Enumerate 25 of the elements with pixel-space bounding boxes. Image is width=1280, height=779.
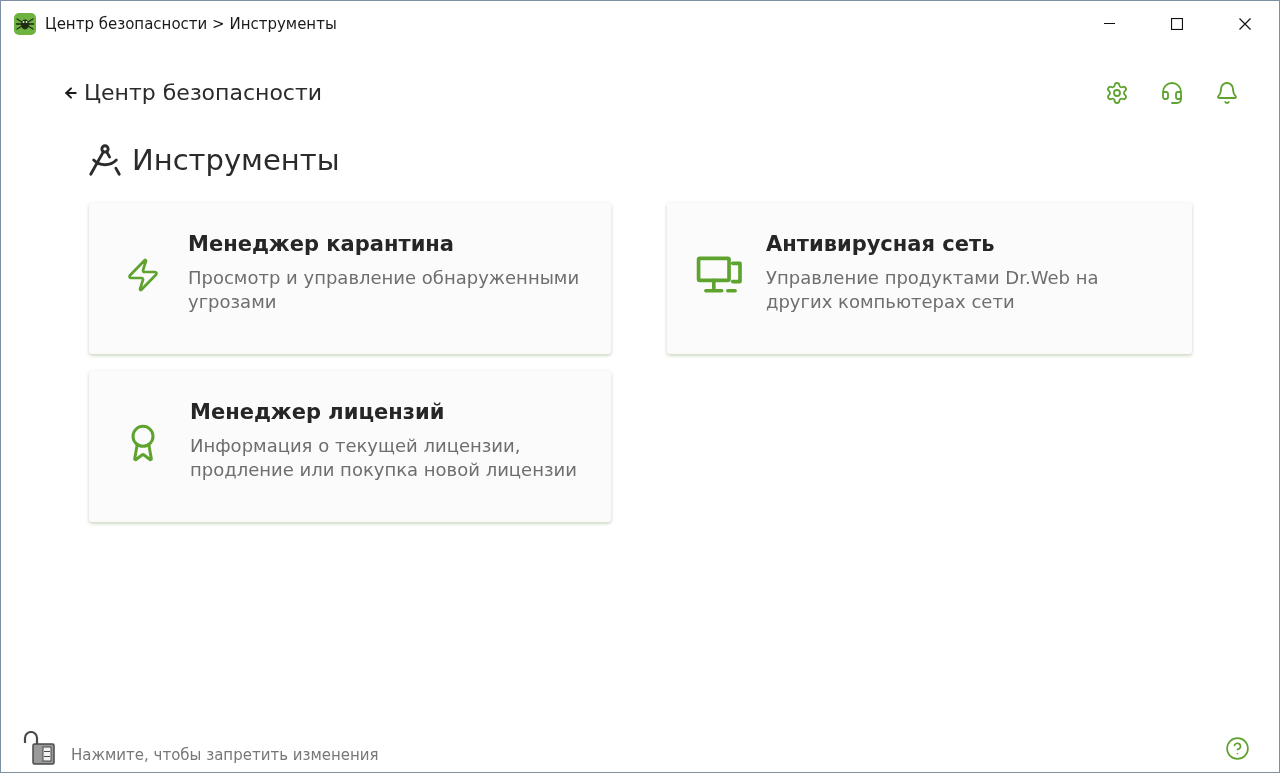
lightning-icon bbox=[125, 257, 161, 293]
close-icon bbox=[1239, 17, 1251, 30]
section-title: Инструменты bbox=[132, 142, 340, 178]
settings-icon[interactable] bbox=[1105, 81, 1129, 105]
card-title: Менеджер карантина bbox=[188, 231, 456, 258]
card-title: Антивирусная сеть bbox=[766, 231, 996, 258]
two-monitors-icon bbox=[696, 255, 745, 295]
open-padlock-icon[interactable] bbox=[22, 731, 56, 765]
maximize-icon bbox=[1171, 17, 1183, 30]
bell-icon[interactable] bbox=[1215, 81, 1239, 105]
back-link[interactable]: Центр безопасности bbox=[63, 78, 323, 108]
minimize-icon bbox=[1103, 23, 1115, 24]
tool-card[interactable]: Менеджер лицензий Информация о текущей лицензии, продление или покупка новой лицензии bbox=[89, 371, 611, 522]
card-description: Просмотр и управление обнаруженными угрозами bbox=[188, 266, 581, 314]
card-title: Менеджер лицензий bbox=[190, 399, 446, 426]
card-description: Управление продуктами Dr.Web на других компьютерах сети bbox=[766, 266, 1100, 314]
tool-card[interactable]: Менеджер карантина Просмотр и управление обнаруженными угрозами bbox=[89, 203, 611, 354]
drafting-compass-icon bbox=[86, 141, 124, 179]
window-title: Центр безопасности > Инструменты bbox=[45, 13, 337, 34]
lock-hint: Нажмите, чтобы запретить изменения bbox=[71, 745, 379, 765]
tool-card[interactable]: Антивирусная сеть Управление продуктами Dr.Web на других компьютерах сети bbox=[667, 203, 1192, 354]
card-description: Информация о текущей лицензии, продление или покупка новой лицензии bbox=[190, 434, 578, 482]
headset-icon[interactable] bbox=[1160, 81, 1184, 105]
app-logo-icon bbox=[14, 12, 36, 35]
help-icon[interactable] bbox=[1225, 735, 1250, 761]
